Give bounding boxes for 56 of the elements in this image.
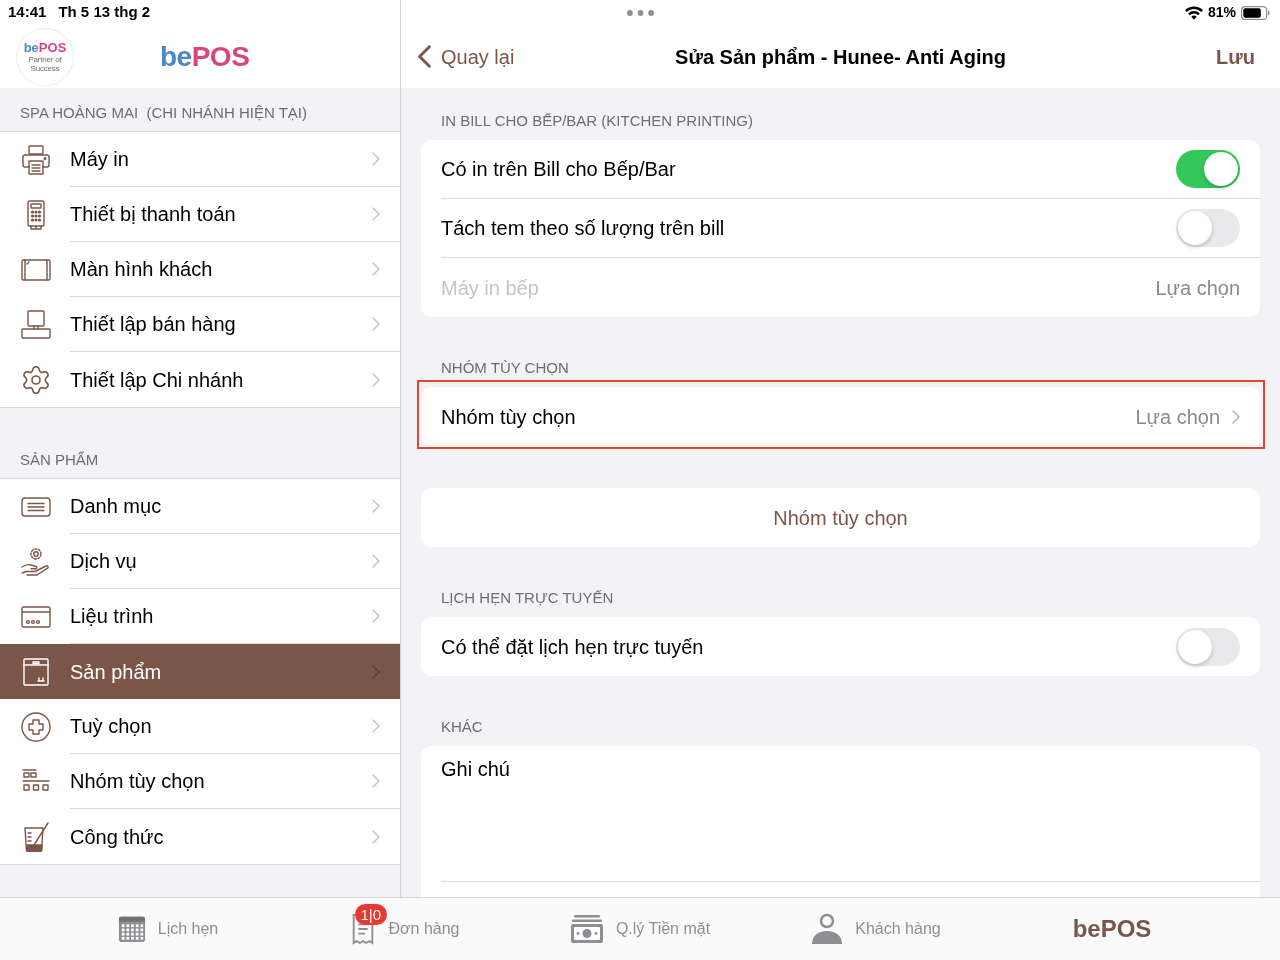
chevron-icon: [372, 372, 380, 387]
status-date: Th 5 13 thg 2: [58, 2, 151, 23]
chevron-icon: [372, 207, 380, 221]
box-icon: [20, 655, 52, 688]
back-button[interactable]: Quay lại: [418, 41, 515, 72]
select-value: Lựa chọn: [1155, 275, 1240, 301]
section-header: IN BILL CHO BẾP/BAR (KITCHEN PRINTING): [441, 112, 753, 130]
chevron-icon: [372, 152, 380, 166]
wifi-icon: [1184, 5, 1203, 20]
select-value[interactable]: Lựa chọn: [1135, 401, 1220, 432]
status-time: 14:41: [8, 2, 47, 23]
chevron-icon: [372, 499, 380, 513]
multitasking-dots-icon: [627, 9, 654, 16]
chevron-icon: [372, 609, 380, 623]
chevron-icon: [1232, 409, 1240, 424]
section-header: SẢN PHẨM: [20, 451, 99, 469]
toggle-switch[interactable]: [1176, 627, 1240, 666]
logo-tagline: Partner of Success: [27, 54, 63, 73]
chevron-icon: [372, 262, 380, 276]
toggle-switch[interactable]: [1176, 209, 1240, 247]
chevron-icon: [372, 719, 380, 733]
logo-wordmark: bePOS: [23, 40, 67, 55]
toggle-switch[interactable]: [1176, 150, 1240, 188]
cash-icon: [569, 913, 604, 945]
setting-label: Tách tem theo số lượng trên bill: [441, 216, 725, 241]
gear-icon: [20, 363, 52, 396]
note-label: Ghi chú: [441, 758, 510, 780]
setting-label: Có in trên Bill cho Bếp/Bar: [441, 157, 676, 182]
section-header: SPA HOÀNG MAI (CHI NHÁNH HIỆN TẠI): [20, 104, 307, 122]
save-button[interactable]: Lưu: [1216, 41, 1255, 72]
chevron-icon: [372, 664, 380, 679]
setting-label: Nhóm tùy chọn: [441, 404, 576, 430]
person-icon: [811, 913, 844, 945]
sidebar-item[interactable]: Sản phẩm: [0, 644, 400, 699]
back-chevron-icon: [418, 45, 431, 68]
chevron-icon: [372, 554, 380, 568]
setting-label: Có thể đặt lịch hẹn trực tuyến: [441, 634, 704, 660]
chevron-icon: [372, 829, 380, 844]
brand-tab[interactable]: bePOS: [1072, 911, 1152, 947]
printer-icon: [20, 143, 52, 176]
battery-icon: [1241, 5, 1270, 20]
plus-circle-icon: [20, 710, 52, 743]
count-badge: 1|0: [354, 904, 388, 925]
section-header: KHÁC: [441, 718, 483, 736]
calendar-icon: [117, 915, 146, 943]
section-header: LỊCH HẸN TRỰC TUYẾN: [441, 589, 614, 607]
option-group-button[interactable]: Nhóm tùy chọn: [421, 488, 1260, 547]
chevron-icon: [372, 774, 380, 788]
section-header: NHÓM TÙY CHỌN: [441, 359, 569, 377]
hand-gear-icon: [20, 545, 52, 578]
battery-percent: 81%: [1207, 3, 1236, 22]
brand-name: bePOS: [160, 39, 250, 74]
setting-label: Máy in bếp: [441, 275, 539, 301]
page-title: Sửa Sản phẩm - Hunee- Anti Aging: [675, 44, 1006, 70]
computer-icon: [20, 308, 52, 341]
chevron-icon: [372, 317, 380, 331]
